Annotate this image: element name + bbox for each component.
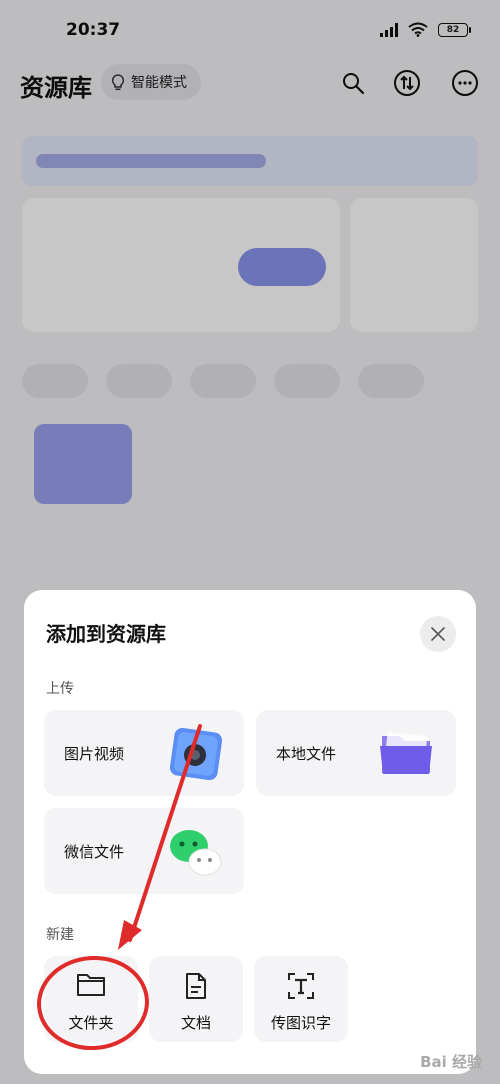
photo-video-icon [169, 727, 223, 781]
close-button[interactable] [420, 616, 456, 652]
upload-local-file[interactable]: 本地文件 [256, 710, 456, 796]
upload-local-file-label: 本地文件 [276, 745, 337, 763]
watermark-logo: Bai 经验 [420, 1053, 482, 1071]
upload-photo-video[interactable]: 图片视频 [44, 710, 244, 796]
create-folder-label: 文件夹 [68, 1014, 114, 1032]
create-section-label: 新建 [46, 927, 74, 943]
ocr-text-icon [288, 973, 314, 999]
add-to-library-sheet: 添加到资源库 上传 图片视频 本地文件 微信文件 新建 文件夹 文档 传图识字 [24, 590, 476, 1074]
folder-icon [380, 732, 432, 774]
wechat-icon [170, 830, 222, 876]
folder-outline-icon [77, 974, 105, 996]
create-folder-button[interactable]: 文件夹 [44, 956, 138, 1042]
document-icon [186, 973, 206, 999]
upload-section-label: 上传 [46, 681, 74, 697]
upload-wechat-file-label: 微信文件 [64, 843, 125, 861]
upload-photo-video-label: 图片视频 [64, 745, 125, 763]
sheet-title: 添加到资源库 [46, 622, 166, 646]
image-to-text-label: 传图识字 [270, 1014, 331, 1032]
close-icon [431, 627, 445, 641]
upload-wechat-file[interactable]: 微信文件 [44, 808, 244, 894]
create-document-button[interactable]: 文档 [149, 956, 243, 1042]
image-to-text-button[interactable]: 传图识字 [254, 956, 348, 1042]
create-document-label: 文档 [180, 1014, 211, 1032]
